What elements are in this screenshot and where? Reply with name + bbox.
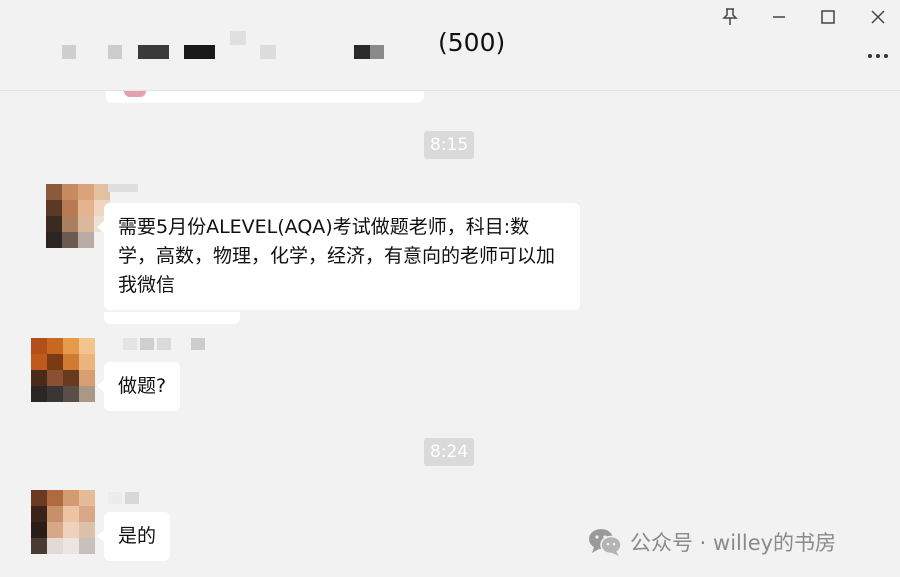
pin-button[interactable] — [717, 4, 743, 30]
sender-name-mosaic — [108, 492, 139, 504]
timestamp: 8:24 — [424, 438, 475, 466]
pin-icon — [722, 8, 738, 25]
more-button[interactable] — [864, 50, 892, 62]
minimize-button[interactable] — [766, 4, 792, 30]
avatar[interactable] — [31, 490, 95, 554]
timestamp: 8:15 — [424, 131, 475, 159]
sender-name-mosaic — [108, 184, 138, 196]
member-count: (500) — [438, 28, 506, 57]
close-icon — [871, 10, 885, 24]
close-button[interactable] — [865, 4, 891, 30]
minimize-icon — [773, 16, 785, 18]
chat-header: (500) — [0, 0, 900, 91]
previous-message-sticker — [124, 91, 146, 97]
message-bubble-fragment — [104, 312, 240, 324]
maximize-button[interactable] — [815, 4, 841, 30]
avatar[interactable] — [46, 184, 110, 248]
watermark-text: 公众号 · willey的书房 — [630, 531, 837, 555]
message-bubble[interactable]: 是的 — [96, 512, 171, 561]
watermark: 公众号 · willey的书房 — [588, 527, 836, 557]
avatar[interactable] — [31, 338, 95, 402]
previous-message-fragment — [106, 91, 424, 103]
message-bubble[interactable]: 需要5月份ALEVEL(AQA)考试做题老师，科目:数学，高数，物理，化学，经济… — [97, 203, 580, 310]
sender-name-mosaic — [123, 338, 205, 350]
more-icon — [868, 54, 888, 58]
wechat-icon — [589, 529, 622, 556]
message-bubble[interactable]: 做题? — [96, 362, 181, 411]
maximize-icon — [821, 10, 835, 24]
